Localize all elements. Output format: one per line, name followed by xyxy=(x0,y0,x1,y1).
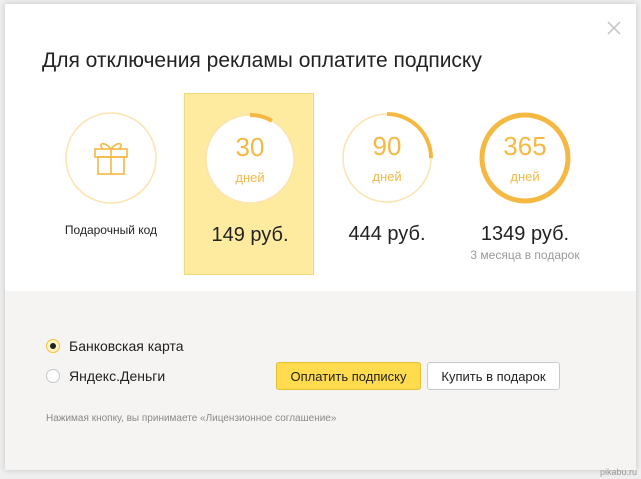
close-icon[interactable] xyxy=(606,20,622,36)
option-90-days[interactable]: 90 дней 444 руб. xyxy=(322,93,452,275)
option-365-days[interactable]: 365 дней 1349 руб. 3 месяца в подарок xyxy=(460,93,590,275)
payment-method-yandex-money[interactable]: Яндекс.Деньги xyxy=(46,366,165,386)
gift-icon xyxy=(94,142,128,175)
license-note: Нажимая кнопку, вы принимаете «Лицензион… xyxy=(46,413,337,424)
price-90-days: 444 руб. xyxy=(348,223,426,245)
subscription-dialog: Для отключения рекламы оплатите подписку… xyxy=(5,4,636,470)
yandex-money-label: Яндекс.Деньги xyxy=(69,368,166,384)
days-365-number: 365 xyxy=(503,131,547,161)
days-90-unit: дней xyxy=(372,169,402,184)
price-30-days: 149 руб. xyxy=(211,224,289,246)
watermark: pikabu.ru xyxy=(599,467,637,477)
days-30-number: 30 xyxy=(235,132,265,162)
days-365-unit: дней xyxy=(510,169,540,184)
bank-card-label: Банковская карта xyxy=(69,338,184,354)
radio-bank-card[interactable] xyxy=(46,339,60,353)
dialog-title: Для отключения рекламы оплатите подписку xyxy=(42,49,482,72)
payment-section: Банковская карта Яндекс.Деньги Оплатить … xyxy=(5,291,636,470)
option-gift-code[interactable]: Подарочный код xyxy=(46,93,176,275)
gift-code-label: Подарочный код xyxy=(64,223,158,237)
pay-subscription-button[interactable]: Оплатить подписку xyxy=(276,362,421,390)
days-90-number: 90 xyxy=(372,131,402,161)
price-365-days: 1349 руб. xyxy=(480,223,570,245)
option-30-days[interactable]: 30 дней 149 руб. xyxy=(184,93,314,275)
bonus-365-days: 3 месяца в подарок xyxy=(470,248,580,262)
payment-method-bank-card[interactable]: Банковская карта xyxy=(46,336,183,356)
days-30-unit: дней xyxy=(235,170,265,185)
buy-as-gift-button[interactable]: Купить в подарок xyxy=(427,362,560,390)
radio-yandex-money[interactable] xyxy=(46,369,60,383)
